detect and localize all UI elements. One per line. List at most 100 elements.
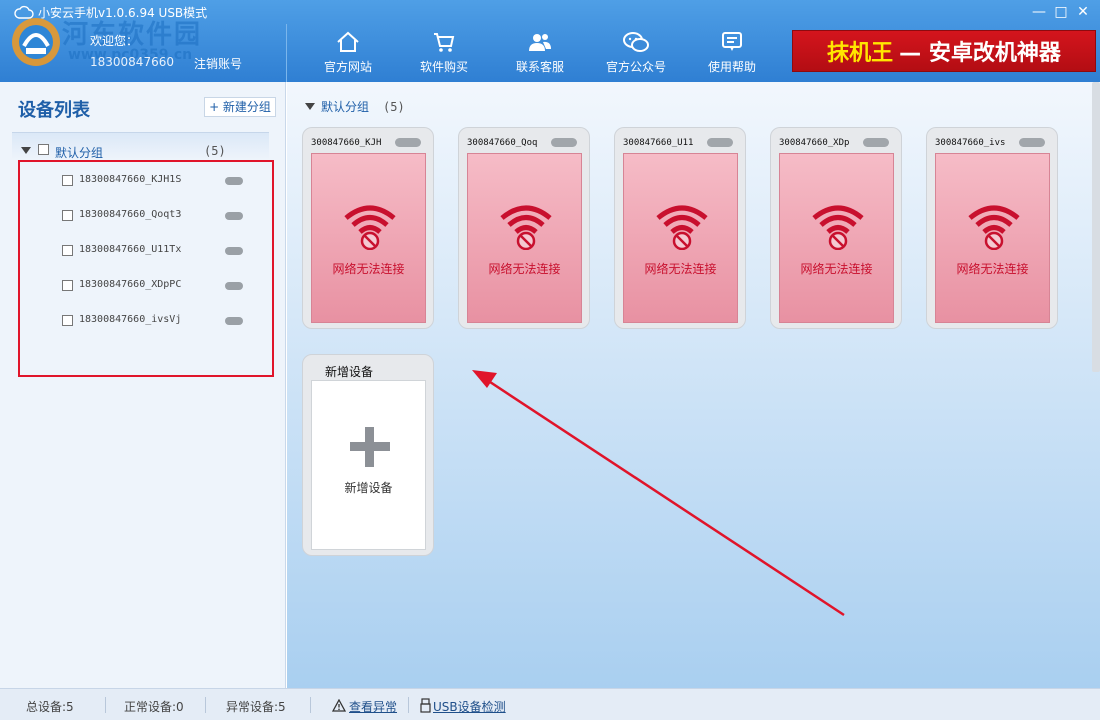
card-status-text: 网络无法连接 xyxy=(956,262,1029,276)
group-checkbox[interactable] xyxy=(38,144,49,155)
app-logo-icon xyxy=(12,18,60,66)
card-device-name: 300847660_Qoq xyxy=(467,138,538,148)
help-icon xyxy=(722,32,742,51)
device-checkbox[interactable] xyxy=(62,280,73,291)
status-divider xyxy=(205,697,206,713)
device-status-pill xyxy=(225,317,243,325)
users-icon xyxy=(529,34,551,51)
card-status-pill xyxy=(863,138,889,147)
abnormal-devices: 异常设备:5 xyxy=(226,700,286,714)
banner-highlight: 抹机王 xyxy=(827,41,894,66)
card-screen: 网络无法连接 xyxy=(311,153,426,323)
add-device-label: 新增设备 xyxy=(344,481,393,495)
promo-banner[interactable]: 抹机王 — 安卓改机神器 xyxy=(792,30,1096,72)
usb-icon xyxy=(420,698,431,713)
wechat-icon xyxy=(623,32,649,52)
status-divider xyxy=(408,697,409,713)
status-bar: 总设备:5 正常设备:0 异常设备:5 查看异常 USB设备检测 xyxy=(0,688,1100,720)
group-row[interactable]: 默认分组 (5) xyxy=(12,132,269,160)
card-screen: 网络无法连接 xyxy=(935,153,1050,323)
nav-official-site[interactable]: 官方网站 xyxy=(300,28,396,78)
device-name: 18300847660_XDpPC xyxy=(79,279,182,290)
device-status-pill xyxy=(225,212,243,220)
list-item[interactable]: 18300847660_XDpPC xyxy=(20,271,270,301)
nav-label: 官方网站 xyxy=(323,60,372,74)
sidebar-title: 设备列表 xyxy=(18,100,90,121)
view-abnormal-link[interactable]: 查看异常 xyxy=(349,698,397,715)
welcome-label: 欢迎您： xyxy=(90,34,139,48)
normal-devices: 正常设备:0 xyxy=(124,700,184,714)
top-nav: 官方网站 软件购买 联系客服 官方公众号 使用帮助 xyxy=(300,28,780,78)
list-item[interactable]: 18300847660_KJH1S xyxy=(20,166,270,196)
window-controls: — □ ✕ xyxy=(1028,2,1094,22)
list-item[interactable]: 18300847660_U11Tx xyxy=(20,236,270,266)
logout-link[interactable]: 注销账号 xyxy=(194,55,242,72)
collapse-arrow-icon[interactable] xyxy=(305,103,315,110)
device-card[interactable]: 300847660_Qoq 网络无法连接 xyxy=(458,127,590,329)
device-card[interactable]: 300847660_XDp 网络无法连接 xyxy=(770,127,902,329)
wifi-off-icon xyxy=(812,205,864,250)
add-device-title: 新增设备 xyxy=(325,365,374,379)
app-header: 小安云手机v1.0.6.94 USB模式 — □ ✕ 河东软件园 www.pc0… xyxy=(0,0,1100,82)
minimize-button[interactable]: — xyxy=(1028,2,1050,22)
group-name: 默认分组 xyxy=(55,146,104,160)
device-name: 18300847660_U11Tx xyxy=(79,244,182,255)
wifi-off-icon xyxy=(968,205,1020,250)
main-group-count: (5) xyxy=(383,99,405,114)
card-status-text: 网络无法连接 xyxy=(644,262,717,276)
nav-label: 软件购买 xyxy=(419,60,468,74)
wifi-off-icon xyxy=(344,205,396,250)
new-group-button[interactable]: + 新建分组 xyxy=(204,97,276,117)
collapse-arrow-icon[interactable] xyxy=(21,147,31,154)
nav-buy-software[interactable]: 软件购买 xyxy=(396,28,492,78)
vertical-scrollbar[interactable] xyxy=(1092,82,1100,372)
usb-check-link[interactable]: USB设备检测 xyxy=(433,698,506,715)
wifi-off-icon xyxy=(500,205,552,250)
main-group-name: 默认分组 xyxy=(321,100,370,114)
status-divider xyxy=(105,697,106,713)
list-item[interactable]: 18300847660_Qoqt3 xyxy=(20,201,270,231)
device-status-pill xyxy=(225,282,243,290)
banner-text: — 安卓改机神器 xyxy=(899,41,1061,66)
warning-icon xyxy=(332,699,346,712)
device-status-pill xyxy=(225,247,243,255)
card-device-name: 300847660_ivs xyxy=(935,138,1006,148)
card-screen: 网络无法连接 xyxy=(623,153,738,323)
card-status-pill xyxy=(551,138,577,147)
card-status-text: 网络无法连接 xyxy=(332,262,405,276)
nav-help[interactable]: 使用帮助 xyxy=(684,28,780,78)
device-grid-area: 默认分组 (5) 300847660_KJH 网络无法连接 300847660_… xyxy=(287,82,1100,688)
list-item[interactable]: 18300847660_ivsVj xyxy=(20,306,270,336)
card-status-pill xyxy=(707,138,733,147)
card-device-name: 300847660_XDp xyxy=(779,138,850,148)
nav-contact-support[interactable]: 联系客服 xyxy=(492,28,588,78)
card-screen: 网络无法连接 xyxy=(779,153,894,323)
card-status-pill xyxy=(395,138,421,147)
nav-label: 使用帮助 xyxy=(707,60,756,74)
device-card[interactable]: 300847660_ivs 网络无法连接 xyxy=(926,127,1058,329)
main-group-header[interactable]: 默认分组 (5) xyxy=(305,98,405,115)
add-device-card[interactable]: 新增设备 新增设备 xyxy=(302,354,434,556)
wifi-off-icon xyxy=(656,205,708,250)
device-card[interactable]: 300847660_KJH 网络无法连接 xyxy=(302,127,434,329)
device-status-pill xyxy=(225,177,243,185)
card-status-text: 网络无法连接 xyxy=(800,262,873,276)
card-device-name: 300847660_U11 xyxy=(623,138,694,148)
header-divider xyxy=(286,24,287,82)
add-device-screen: 新增设备 xyxy=(311,380,426,550)
device-checkbox[interactable] xyxy=(62,315,73,326)
device-card[interactable]: 300847660_U11 网络无法连接 xyxy=(614,127,746,329)
device-checkbox[interactable] xyxy=(62,175,73,186)
device-sidebar: 设备列表 + 新建分组 默认分组 (5) 18300847660_KJH1S 1… xyxy=(0,82,286,688)
device-checkbox[interactable] xyxy=(62,245,73,256)
device-name: 18300847660_ivsVj xyxy=(79,314,182,325)
maximize-button[interactable]: □ xyxy=(1050,2,1072,22)
close-button[interactable]: ✕ xyxy=(1072,2,1094,22)
nav-label: 官方公众号 xyxy=(605,60,666,74)
cart-icon xyxy=(434,33,455,52)
card-device-name: 300847660_KJH xyxy=(311,138,382,148)
home-icon xyxy=(337,31,359,52)
nav-official-account[interactable]: 官方公众号 xyxy=(588,28,684,78)
device-checkbox[interactable] xyxy=(62,210,73,221)
device-name: 18300847660_Qoqt3 xyxy=(79,209,182,220)
